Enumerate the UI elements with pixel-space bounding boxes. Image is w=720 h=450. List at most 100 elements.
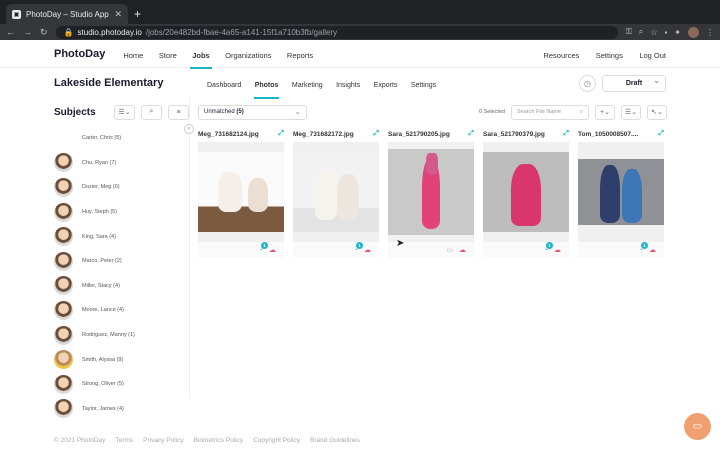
subject-name: Chu, Ryan (7) xyxy=(82,159,117,166)
forward-icon[interactable]: → xyxy=(23,27,32,37)
footer-biometrics[interactable]: Biometrics Policy xyxy=(194,437,243,444)
footer-brand[interactable]: Brand Guidelines xyxy=(310,437,360,444)
puzzle-icon[interactable]: ✦ xyxy=(674,28,681,37)
expand-icon[interactable]: ⤢ xyxy=(278,130,284,138)
avatar xyxy=(54,153,73,173)
add-icon[interactable]: +⌄ xyxy=(595,104,615,120)
subjects-sidebar: Subjects ☰⌄ ⌕ ≡ ‹ Carter, Chris (5) Chu,… xyxy=(0,98,194,419)
footer-privacy[interactable]: Privacy Policy xyxy=(143,437,183,444)
clock-icon[interactable]: ◷ xyxy=(579,74,596,92)
expand-icon[interactable]: ⤢ xyxy=(373,130,379,138)
browser-tab[interactable]: ▣ PhotoDay – Studio App ✕ xyxy=(6,4,128,24)
footer-terms[interactable]: Terms xyxy=(115,437,133,444)
tab-marketing[interactable]: Marketing xyxy=(292,82,323,89)
nav-organizations[interactable]: Organizations xyxy=(225,51,271,60)
subject-item[interactable]: Taylor, James (4) xyxy=(54,397,189,422)
browser-toolbar: ← → ↻ 🔒 studio.photoday.io/jobs/20e482bd… xyxy=(0,24,720,40)
subject-item[interactable]: Marco, Peter (2) xyxy=(54,249,189,274)
expand-icon[interactable]: ⤢ xyxy=(658,130,664,138)
address-bar[interactable]: 🔒 studio.photoday.io/jobs/20e482bd-fbae-… xyxy=(55,25,618,39)
photo-thumbnail[interactable] xyxy=(483,152,569,232)
subject-item[interactable]: Miller, Stacy (4) xyxy=(54,274,189,299)
tab-settings[interactable]: Settings xyxy=(411,82,436,89)
photo-thumbnail[interactable] xyxy=(293,152,379,232)
cloud-icon[interactable]: ☁ xyxy=(269,246,276,254)
sort-icon[interactable]: ☰⌄ xyxy=(621,104,641,120)
close-tab-icon[interactable]: ✕ xyxy=(114,9,122,20)
search-input[interactable]: Search File Name ⌕ xyxy=(511,104,589,120)
cloud-icon[interactable]: ☁ xyxy=(364,246,371,254)
subject-name: Huy, Steph (5) xyxy=(82,209,118,216)
profile-avatar[interactable] xyxy=(688,26,699,38)
subject-item[interactable]: Rodriguez, Manny (1) xyxy=(54,323,189,348)
cloud-icon[interactable]: ☁ xyxy=(554,246,561,254)
subject-item[interactable]: Smith, Alyssa (9) xyxy=(54,347,189,372)
pointer-icon[interactable]: ↖⌄ xyxy=(647,104,667,120)
reload-icon[interactable]: ↻ xyxy=(40,27,48,38)
photo-card[interactable]: Tom_1050008507.... ⤢ ◔ 1 ☁ xyxy=(578,128,664,258)
subject-item[interactable]: Chu, Ryan (7) xyxy=(54,151,189,176)
subject-name: Carter, Chris (5) xyxy=(82,135,122,142)
tab-insights[interactable]: Insights xyxy=(336,82,360,89)
subject-item[interactable]: Strong, Oliver (5) xyxy=(54,372,189,397)
url-host: studio.photoday.io xyxy=(77,27,142,37)
list-icon[interactable]: ≡ xyxy=(168,104,189,120)
subject-item[interactable]: Carter, Chris (5) xyxy=(54,126,189,151)
photoday-logo[interactable]: PhotoDay xyxy=(54,48,105,60)
photo-filename: Tom_1050008507.... xyxy=(578,130,639,138)
tab-dashboard[interactable]: Dashboard xyxy=(207,82,241,89)
expand-icon[interactable]: ⤢ xyxy=(468,130,474,138)
subject-item[interactable]: Huy, Steph (5) xyxy=(54,200,189,225)
copyright: © 2021 PhotoDay xyxy=(54,437,106,444)
nav-resources[interactable]: Resources xyxy=(543,51,579,60)
extension-icon[interactable]: ▪ xyxy=(664,28,667,37)
filter-dropdown[interactable]: Unmatched (5) xyxy=(198,104,307,120)
nav-settings[interactable]: Settings xyxy=(596,51,623,60)
mouse-cursor-icon: ➤ xyxy=(396,238,405,249)
photo-card[interactable]: Meg_731682124.jpg ⤢ ◔ 1 ☁ xyxy=(198,128,284,258)
subject-name: Smith, Alyssa (9) xyxy=(82,356,124,363)
nav-logout[interactable]: Log Out xyxy=(639,51,666,60)
tab-photos[interactable]: Photos xyxy=(255,82,279,89)
status-dropdown[interactable]: Draft xyxy=(602,74,666,92)
subjects-title: Subjects xyxy=(54,106,96,118)
avatar xyxy=(54,276,73,296)
nav-home[interactable]: Home xyxy=(123,51,143,60)
sort-icon[interactable]: ☰⌄ xyxy=(114,104,135,120)
photo-card[interactable]: Meg_731682172.jpg ⤢ ◔ 1 ☁ xyxy=(293,128,379,258)
tag-icon[interactable]: ◔ 1 xyxy=(259,241,268,254)
subject-name: Marco, Peter (2) xyxy=(82,258,122,265)
calendar-icon[interactable]: ▭ xyxy=(446,246,453,254)
tag-icon[interactable]: ◔ 1 xyxy=(639,241,648,254)
nav-store[interactable]: Store xyxy=(159,51,177,60)
tab-exports[interactable]: Exports xyxy=(374,82,398,89)
star-icon[interactable]: ☆ xyxy=(650,28,657,37)
photo-thumbnail[interactable] xyxy=(578,159,664,225)
back-icon[interactable]: ← xyxy=(6,27,15,37)
tag-icon[interactable]: ◔ 1 xyxy=(544,241,553,254)
tag-icon[interactable]: ◔ 1 xyxy=(354,241,363,254)
photo-card[interactable]: Sara_521790379.jpg ⤢ ◔ 1 ☁ xyxy=(483,128,569,258)
avatar xyxy=(54,227,73,247)
nav-jobs[interactable]: Jobs xyxy=(190,51,212,69)
photo-thumbnail[interactable] xyxy=(198,152,284,232)
cloud-icon[interactable]: ☁ xyxy=(649,246,656,254)
photo-thumbnail[interactable] xyxy=(388,149,474,235)
subject-item[interactable]: King, Sara (4) xyxy=(54,224,189,249)
search-icon[interactable]: ⌕ xyxy=(141,104,162,120)
footer-copyright-policy[interactable]: Copyright Policy xyxy=(253,437,300,444)
subject-item[interactable]: Dozier, Meg (6) xyxy=(54,175,189,200)
subject-item[interactable]: Moore, Lance (4) xyxy=(54,298,189,323)
avatar xyxy=(54,350,73,370)
key-icon[interactable]: ⚿ xyxy=(626,27,632,37)
cloud-icon[interactable]: ☁ xyxy=(459,246,466,254)
new-tab-icon[interactable]: + xyxy=(134,7,141,21)
chat-icon[interactable]: ▭ xyxy=(684,413,711,440)
menu-icon[interactable]: ⋮ xyxy=(706,28,714,37)
selected-count: 0 Selected xyxy=(479,109,505,115)
subject-name: King, Sara (4) xyxy=(82,233,116,240)
nav-reports[interactable]: Reports xyxy=(287,51,313,60)
expand-icon[interactable]: ⤢ xyxy=(563,130,569,138)
filter-label: Unmatched xyxy=(204,109,235,115)
zoom-icon[interactable]: ⌕ xyxy=(639,27,643,37)
